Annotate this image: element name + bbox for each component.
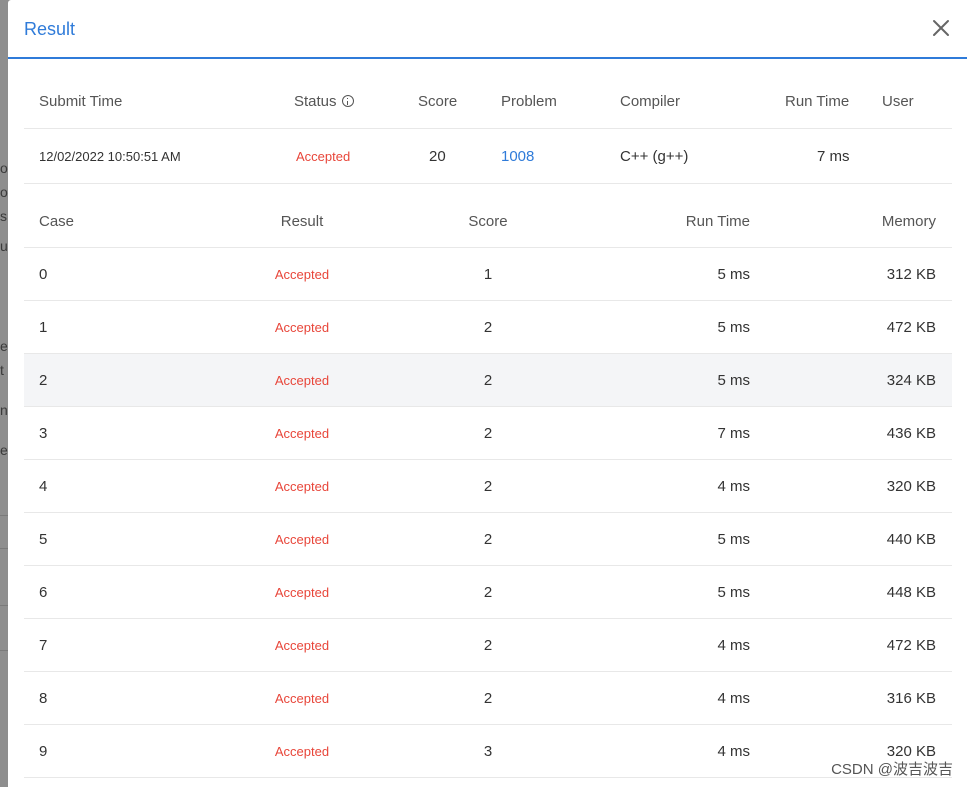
case-id: 4: [39, 477, 48, 495]
header-memory: Memory: [881, 212, 936, 230]
header-status: Status: [294, 74, 354, 128]
case-memory: 448 KB: [886, 583, 936, 601]
background-text-fragment: e: [0, 338, 8, 354]
background-text-fragment: s: [0, 208, 7, 224]
modal-header: Result: [8, 0, 967, 59]
close-icon: [933, 20, 949, 36]
case-memory: 440 KB: [886, 530, 936, 548]
case-memory: 316 KB: [886, 689, 936, 707]
background-text-fragment: t: [0, 362, 4, 378]
case-score: 2: [483, 477, 493, 495]
case-result: Accepted: [274, 637, 330, 653]
case-row: 8 Accepted 2 4 ms 316 KB: [24, 672, 952, 725]
compiler-value: C++ (g++): [620, 147, 689, 165]
case-id: 3: [39, 424, 48, 442]
case-id: 0: [39, 265, 48, 283]
case-score: 3: [483, 742, 493, 760]
case-run-time: 5 ms: [717, 530, 750, 548]
summary-header-row: Submit Time Status Score Problem Compile…: [24, 74, 952, 129]
case-run-time: 5 ms: [717, 265, 750, 283]
case-memory: 324 KB: [886, 371, 936, 389]
case-result: Accepted: [274, 584, 330, 600]
header-score: Score: [418, 92, 458, 110]
header-case-score: Score: [468, 212, 508, 230]
case-row: 1 Accepted 2 5 ms 472 KB: [24, 301, 952, 354]
csdn-watermark: CSDN @波吉波吉: [831, 761, 953, 778]
case-run-time: 4 ms: [717, 742, 750, 760]
test-cases-table: Case Result Score Run Time Memory 0 Acce…: [24, 195, 952, 778]
score-value: 20: [429, 147, 446, 165]
header-run-time: Run Time: [785, 92, 850, 110]
case-row: 7 Accepted 2 4 ms 472 KB: [24, 619, 952, 672]
header-user: User: [882, 92, 914, 110]
status-value: Accepted: [296, 148, 351, 164]
result-modal: Result Submit Time Status Score Problem …: [8, 0, 967, 787]
case-score: 1: [483, 265, 493, 283]
background-text-fragment: o: [0, 184, 8, 200]
case-id: 6: [39, 583, 48, 601]
case-run-time: 5 ms: [717, 371, 750, 389]
case-run-time: 4 ms: [717, 689, 750, 707]
case-run-time: 5 ms: [717, 583, 750, 601]
case-memory: 320 KB: [886, 477, 936, 495]
case-row: 6 Accepted 2 5 ms 448 KB: [24, 566, 952, 619]
case-id: 7: [39, 636, 48, 654]
background-text-fragment: e: [0, 442, 8, 458]
case-memory: 472 KB: [886, 636, 936, 654]
cases-header-row: Case Result Score Run Time Memory: [24, 195, 952, 248]
case-run-time: 4 ms: [717, 636, 750, 654]
case-score: 2: [483, 424, 493, 442]
case-score: 2: [483, 583, 493, 601]
case-result: Accepted: [274, 743, 330, 759]
case-score: 2: [483, 530, 493, 548]
header-compiler: Compiler: [620, 92, 681, 110]
case-result: Accepted: [274, 690, 330, 706]
case-memory: 436 KB: [886, 424, 936, 442]
case-id: 2: [39, 371, 48, 389]
case-score: 2: [483, 689, 493, 707]
case-run-time: 4 ms: [717, 477, 750, 495]
case-score: 2: [483, 636, 493, 654]
case-score: 2: [483, 318, 493, 336]
summary-row: 12/02/2022 10:50:51 AM Accepted 20 1008 …: [24, 129, 952, 184]
submit-time-value: 12/02/2022 10:50:51 AM: [39, 148, 181, 164]
run-time-value: 7 ms: [817, 147, 850, 165]
header-case-run-time: Run Time: [685, 212, 750, 230]
case-run-time: 5 ms: [717, 318, 750, 336]
close-button[interactable]: [927, 14, 955, 42]
case-id: 9: [39, 742, 48, 760]
case-result: Accepted: [274, 319, 330, 335]
background-text-fragment: o: [0, 160, 8, 176]
case-row: 4 Accepted 2 4 ms 320 KB: [24, 460, 952, 513]
case-id: 5: [39, 530, 48, 548]
case-memory: 472 KB: [886, 318, 936, 336]
header-submit-time: Submit Time: [39, 92, 123, 110]
background-text-fragment: u: [0, 238, 8, 254]
case-result: Accepted: [274, 372, 330, 388]
header-problem: Problem: [501, 92, 557, 110]
case-row-hovered: 2 Accepted 2 5 ms 324 KB: [24, 354, 952, 407]
header-case: Case: [39, 212, 75, 230]
case-row: 9 Accepted 3 4 ms 320 KB: [24, 725, 952, 778]
info-icon[interactable]: [341, 95, 354, 107]
case-id: 8: [39, 689, 48, 707]
case-row: 0 Accepted 1 5 ms 312 KB: [24, 248, 952, 301]
header-result: Result: [280, 212, 324, 230]
case-memory: 312 KB: [886, 265, 936, 283]
case-result: Accepted: [274, 425, 330, 441]
case-run-time: 7 ms: [717, 424, 750, 442]
case-result: Accepted: [274, 531, 330, 547]
case-score: 2: [483, 371, 493, 389]
case-result: Accepted: [274, 266, 330, 282]
header-status-label: Status: [294, 92, 337, 110]
case-id: 1: [39, 318, 48, 336]
problem-link[interactable]: 1008: [501, 129, 534, 183]
modal-title: Result: [24, 19, 76, 39]
case-row: 5 Accepted 2 5 ms 440 KB: [24, 513, 952, 566]
case-row: 3 Accepted 2 7 ms 436 KB: [24, 407, 952, 460]
case-result: Accepted: [274, 478, 330, 494]
submission-summary-table: Submit Time Status Score Problem Compile…: [24, 74, 952, 184]
